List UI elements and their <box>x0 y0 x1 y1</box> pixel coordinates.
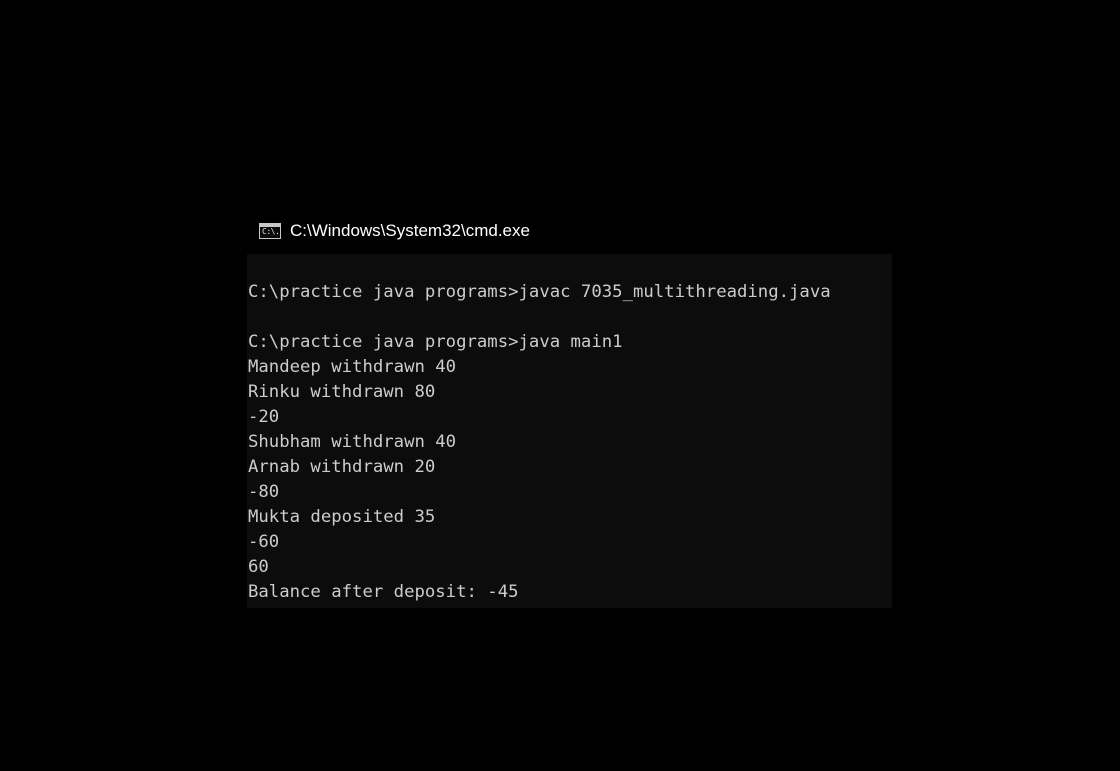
cmd-icon-glyph: C:\. <box>262 227 280 236</box>
console-line: -80 <box>248 482 280 502</box>
cmd-app-icon[interactable]: C:\. <box>259 223 281 239</box>
console-line: Balance after deposit: -45 <box>248 582 519 602</box>
cmd-window: C:\. C:\Windows\System32\cmd.exe C:\prac… <box>247 213 892 608</box>
window-title: C:\Windows\System32\cmd.exe <box>290 221 530 240</box>
console-line: -60 <box>248 532 280 552</box>
console-line: C:\practice java programs>java main1 <box>248 332 623 352</box>
console-line: 60 <box>248 557 269 577</box>
console-line: Mandeep withdrawn 40 <box>248 357 457 377</box>
console-line: C:\practice java programs>javac 7035_mul… <box>248 282 831 302</box>
console-lines: C:\practice java programs>javac 7035_mul… <box>248 280 831 605</box>
console-line: Mukta deposited 35 <box>248 507 436 527</box>
console-line: Arnab withdrawn 20 <box>248 457 436 477</box>
window-titlebar[interactable]: C:\. C:\Windows\System32\cmd.exe <box>247 213 892 253</box>
console-line: Shubham withdrawn 40 <box>248 432 457 452</box>
console-line: Rinku withdrawn 80 <box>248 382 436 402</box>
console-line: -20 <box>248 407 280 427</box>
console-output-area[interactable]: C:\practice java programs>javac 7035_mul… <box>247 254 892 608</box>
